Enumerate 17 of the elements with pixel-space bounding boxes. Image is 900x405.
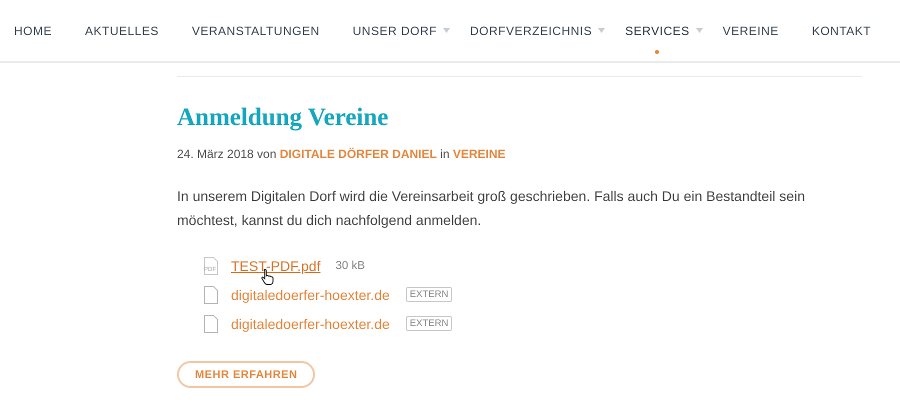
- extern-badge: EXTERN: [406, 287, 452, 302]
- nav-link[interactable]: UNSER DORF: [352, 24, 437, 38]
- nav-link[interactable]: VERANSTALTUNGEN: [192, 24, 320, 38]
- nav-link[interactable]: AKTUELLES: [85, 24, 159, 38]
- active-indicator-dot: [654, 50, 659, 54]
- extern-badge: EXTERN: [406, 316, 452, 331]
- post-meta: 24. März 2018 von DIGITALE DÖRFER DANIEL in VEREINE: [177, 147, 507, 161]
- nav-link[interactable]: SERVICES: [625, 24, 690, 38]
- nav-link[interactable]: VEREINE: [722, 24, 779, 38]
- nav-link[interactable]: KONTAKT: [812, 24, 872, 38]
- nav-link[interactable]: DORFVERZEICHNIS: [470, 24, 592, 38]
- file-size: 30 kB: [335, 260, 365, 272]
- file-icon: [203, 286, 219, 304]
- post-paragraph: In unserem Digitalen Dorf wird die Vereinsarbeit groß geschrieben. Falls auch Du ein Bestandteil sein möchtest, kannst du dich nachfolgend anmelden.: [177, 187, 806, 230]
- post-title: Anmeldung Vereine: [177, 103, 390, 133]
- nav-link[interactable]: HOME: [14, 24, 52, 38]
- file-icon: [203, 314, 219, 332]
